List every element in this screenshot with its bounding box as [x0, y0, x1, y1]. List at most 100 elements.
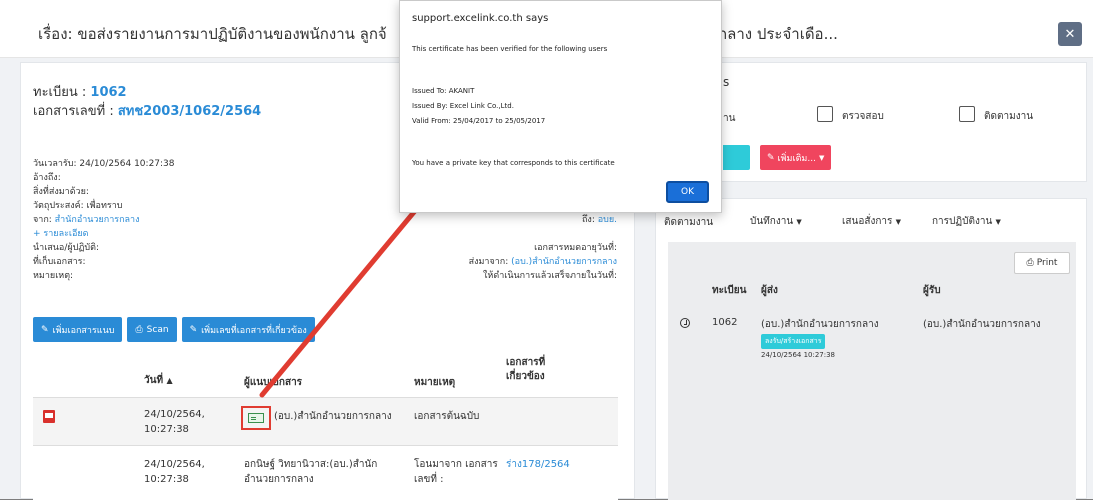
teal-button[interactable]	[723, 145, 750, 170]
caret-down-icon: ▼	[796, 218, 802, 226]
paperclip-icon: ✎	[41, 324, 49, 335]
add-related-label: เพิ่มเลขที่เอกสารที่เกี่ยวข้อง	[201, 325, 307, 336]
from-label: จาก:	[33, 215, 55, 225]
header-date[interactable]: วันที่ ▲	[144, 374, 173, 388]
scan-button[interactable]: ⎙ Scan	[127, 317, 177, 342]
sent-from-link[interactable]: (อบ.)สำนักอำนวยการกลาง	[511, 257, 617, 267]
tab-action[interactable]: การปฏิบัติงาน ▼	[932, 214, 1001, 229]
follow-label: ติดตามงาน	[984, 111, 1034, 122]
received-time: วันเวลารับ: 24/10/2564 10:27:38	[33, 159, 175, 169]
modal-title-tail: รกลาง ประจำเดือ...	[710, 25, 838, 43]
to-label: ถึง:	[581, 215, 598, 225]
status-option-partial: าน	[723, 113, 736, 124]
workflow-card: ติดตามงาน บันทึกงาน ▼ เสนอสั่งการ ▼ การป…	[655, 198, 1087, 500]
add-attachment-label: เพิ่มเอกสารแนบ	[52, 325, 115, 336]
follow-checkbox[interactable]	[959, 106, 975, 122]
related-doc-link[interactable]: ร่าง178/2564	[506, 457, 570, 472]
tab-action-label: การปฏิบัติงาน	[932, 216, 993, 227]
caret-down-icon: ▼	[995, 218, 1001, 226]
row-attacher: อกนิษฐ์ วิทยานิวาส:(อบ.)สำนัก	[244, 459, 378, 470]
alert-private-key: You have a private key that corresponds …	[412, 159, 615, 167]
note: หมายเหตุ:	[33, 271, 74, 281]
details-link[interactable]: + รายละเอียด	[33, 226, 89, 240]
alert-valid-dates: Valid From: 25/04/2017 to 25/05/2017	[412, 117, 546, 125]
add-related-button[interactable]: ✎ เพิ่มเลขที่เอกสารที่เกี่ยวข้อง	[181, 317, 315, 342]
print-label: Print	[1036, 258, 1058, 268]
document-number-value: สทช2003/1062/2564	[117, 104, 262, 119]
to-line: ถึง: อบย.	[582, 212, 617, 226]
row-attacher: (อบ.)สำนักอำนวยการกลาง	[274, 411, 392, 422]
printer-icon: ⎙	[135, 324, 143, 335]
sent-from-label: ส่งมาจาก:	[468, 257, 512, 267]
row-date: 24/10/2564,	[144, 409, 205, 420]
row-date: 24/10/2564,	[144, 459, 205, 470]
header-date-label: วันที่	[144, 375, 164, 386]
entry-receiver: (อบ.)สำนักอำนวยการกลาง	[923, 319, 1041, 330]
ok-button[interactable]: OK	[666, 181, 709, 203]
caret-down-icon: ▼	[818, 153, 825, 162]
document-number-label: เอกสารเลขที่ :	[33, 104, 118, 119]
deadline: ให้ดำเนินการแล้วเสร็จภายในวันที่:	[483, 271, 617, 281]
modal-title: เรื่อง: ขอส่งรายงานการมาปฏิบัติงานของพนั…	[38, 25, 387, 43]
tab-log-label: บันทึกงาน	[750, 216, 794, 227]
to-link[interactable]: อบย.	[598, 215, 617, 225]
from-line: จาก: สำนักอำนวยการกลาง	[33, 212, 140, 226]
tab-follow[interactable]: ติดตามงาน	[664, 215, 713, 230]
sent-from-line: ส่งมาจาก: (อบ.)สำนักอำนวยการกลาง	[469, 254, 617, 268]
header-related-1: เอกสารที่	[506, 357, 546, 368]
document-number-line: เอกสารเลขที่ : สทช2003/1062/2564	[33, 100, 261, 121]
certificate-icon[interactable]	[248, 413, 264, 423]
add-attachment-button[interactable]: ✎ เพิ่มเอกสารแนบ	[33, 317, 123, 342]
registration-value: 1062	[90, 85, 127, 100]
printer-icon: ⎙	[1026, 258, 1034, 268]
row-note-2: เลขที่ :	[414, 474, 444, 485]
storage: ที่เก็บเอกสาร:	[33, 257, 86, 267]
entry-time: 24/10/2564 10:27:38	[761, 351, 836, 359]
status-badge: ลงรับ/สร้างเอกสาร	[761, 334, 826, 349]
more-label: เพิ่มเติม...	[777, 153, 816, 164]
tab-propose[interactable]: เสนอสั่งการ ▼	[842, 214, 901, 229]
table-header: วันที่ ▲ ผู้แนบเอกสาร หมายเหตุ เอกสารที่…	[33, 348, 618, 398]
registration-line: ทะเบียน : 1062	[33, 81, 127, 102]
print-button[interactable]: ⎙ Print	[1014, 252, 1070, 274]
tab-log[interactable]: บันทึกงาน ▼	[750, 214, 802, 229]
header-reg: ทะเบียน	[712, 285, 747, 296]
registration-label: ทะเบียน :	[33, 85, 91, 100]
alert-title: support.excelink.co.th says	[412, 13, 549, 24]
header-receiver: ผู้รับ	[923, 285, 941, 296]
alert-issued-by: Issued By: Excel Link Co.,Ltd.	[412, 102, 514, 110]
row-time: 10:27:38	[144, 424, 189, 435]
row-attacher-2: อำนวยการกลาง	[244, 474, 314, 485]
alert-message: This certificate has been verified for t…	[412, 45, 608, 53]
header-sender: ผู้ส่ง	[761, 285, 778, 296]
table-row: 24/10/2564, 10:27:38 อกนิษฐ์ วิทยานิวาส:…	[33, 446, 618, 500]
row-note: เอกสารต้นฉบับ	[414, 411, 480, 422]
certificate-alert-dialog: support.excelink.co.th says This certifi…	[399, 0, 722, 213]
pdf-icon[interactable]	[43, 410, 55, 423]
certificate-highlight-box	[241, 406, 271, 430]
workflow-list: ⎙ Print ทะเบียน ผู้ส่ง ผู้รับ 1062 (อบ.)ส…	[668, 242, 1076, 500]
alert-issued-to: Issued To: AKANIT	[412, 87, 475, 95]
close-icon: ✕	[1064, 26, 1076, 42]
header-related-2: เกี่ยวข้อง	[506, 371, 545, 382]
table-row: 24/10/2564, 10:27:38 (อบ.)สำนักอำนวยการก…	[33, 398, 618, 446]
expire-date: เอกสารหมดอายุวันที่:	[534, 243, 617, 253]
wrench-icon: ✎	[767, 152, 775, 163]
review-checkbox[interactable]	[817, 106, 833, 122]
attachment-info: สิ่งที่ส่งมาด้วย:	[33, 187, 89, 197]
clock-icon	[680, 318, 690, 328]
review-label: ตรวจสอบ	[842, 111, 884, 122]
action-buttons: ✎ เพิ่มเอกสารแนบ ⎙ Scan ✎ เพิ่มเลขที่เอกสาร…	[33, 317, 315, 342]
more-button[interactable]: ✎ เพิ่มเติม... ▼	[760, 145, 832, 170]
sort-up-icon: ▲	[166, 376, 173, 385]
entry-sender: (อบ.)สำนักอำนวยการกลาง	[761, 319, 879, 330]
header-attacher: ผู้แนบเอกสาร	[244, 377, 303, 388]
link-icon: ✎	[189, 324, 198, 335]
close-button[interactable]: ✕	[1058, 22, 1082, 46]
reference: อ้างถึง:	[33, 173, 61, 183]
row-note: โอนมาจาก เอกสาร	[414, 459, 498, 470]
status-heading: s	[723, 75, 730, 89]
row-time: 10:27:38	[144, 474, 189, 485]
from-link[interactable]: สำนักอำนวยการกลาง	[55, 215, 140, 225]
entry-reg: 1062	[712, 317, 738, 328]
